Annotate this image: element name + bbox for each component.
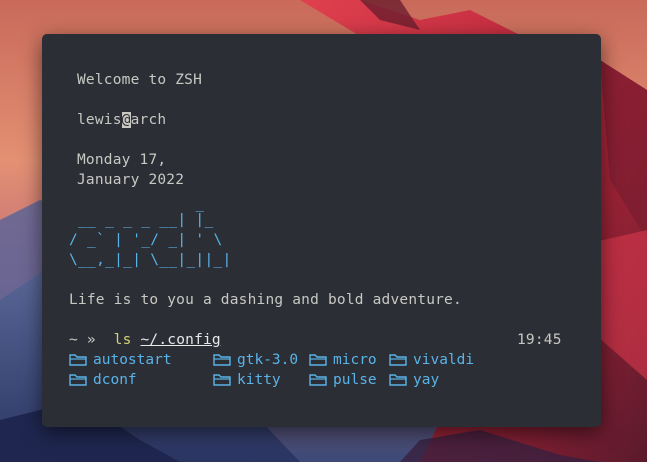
date-line-1: Monday 17, xyxy=(77,152,167,168)
dir-entry-autostart: autostart xyxy=(69,350,172,370)
ascii-art-line: __ _ _ _ __| |_ xyxy=(69,212,214,228)
dir-entry-vivaldi: vivaldi xyxy=(389,350,474,370)
folder-icon xyxy=(213,374,231,386)
folder-icon xyxy=(69,374,87,386)
dir-entry-yay: yay xyxy=(389,370,439,390)
dir-entry-dconf: dconf xyxy=(69,370,137,390)
folder-icon xyxy=(389,374,407,386)
welcome-text: Welcome to ZSH xyxy=(77,72,203,88)
dir-name: dconf xyxy=(93,372,137,388)
prompt-time: 19:45 xyxy=(517,332,562,348)
dir-entry-kitty: kitty xyxy=(213,370,281,390)
cursor-at-sign: @ xyxy=(121,112,131,128)
folder-icon xyxy=(309,374,327,386)
ascii-art-line: \__,_|_| \__|_||_| xyxy=(69,252,232,268)
fortune-text: Life is to you a dashing and bold advent… xyxy=(69,292,462,308)
username: lewis xyxy=(77,112,122,128)
user-host-line: lewis@arch xyxy=(77,110,166,130)
dir-name: vivaldi xyxy=(413,352,475,368)
folder-icon xyxy=(69,354,87,366)
terminal-window[interactable]: Welcome to ZSH lewis@arch Monday 17, Jan… xyxy=(42,34,601,427)
dir-name: yay xyxy=(413,372,440,388)
dir-entry-pulse: pulse xyxy=(309,370,377,390)
date-line-2: January 2022 xyxy=(77,172,185,188)
hostname: arch xyxy=(130,112,167,128)
command-prompt-line[interactable]: ~ » ls ~/.config xyxy=(69,330,221,350)
prompt-symbol: ~ » xyxy=(69,332,96,348)
folder-icon xyxy=(389,354,407,366)
dir-name: kitty xyxy=(237,372,281,388)
folder-icon xyxy=(213,354,231,366)
dir-name: micro xyxy=(333,352,377,368)
dir-name: pulse xyxy=(333,372,377,388)
dir-name: autostart xyxy=(93,352,172,368)
dir-entry-gtk: gtk-3.0 xyxy=(213,350,298,370)
dir-entry-micro: micro xyxy=(309,350,377,370)
ascii-art-line: / _` | '_/ _| ' \ xyxy=(69,232,223,248)
folder-icon xyxy=(309,354,327,366)
command-argument: ~/.config xyxy=(140,332,221,348)
dir-name: gtk-3.0 xyxy=(237,352,299,368)
command-text: ls xyxy=(113,332,132,348)
